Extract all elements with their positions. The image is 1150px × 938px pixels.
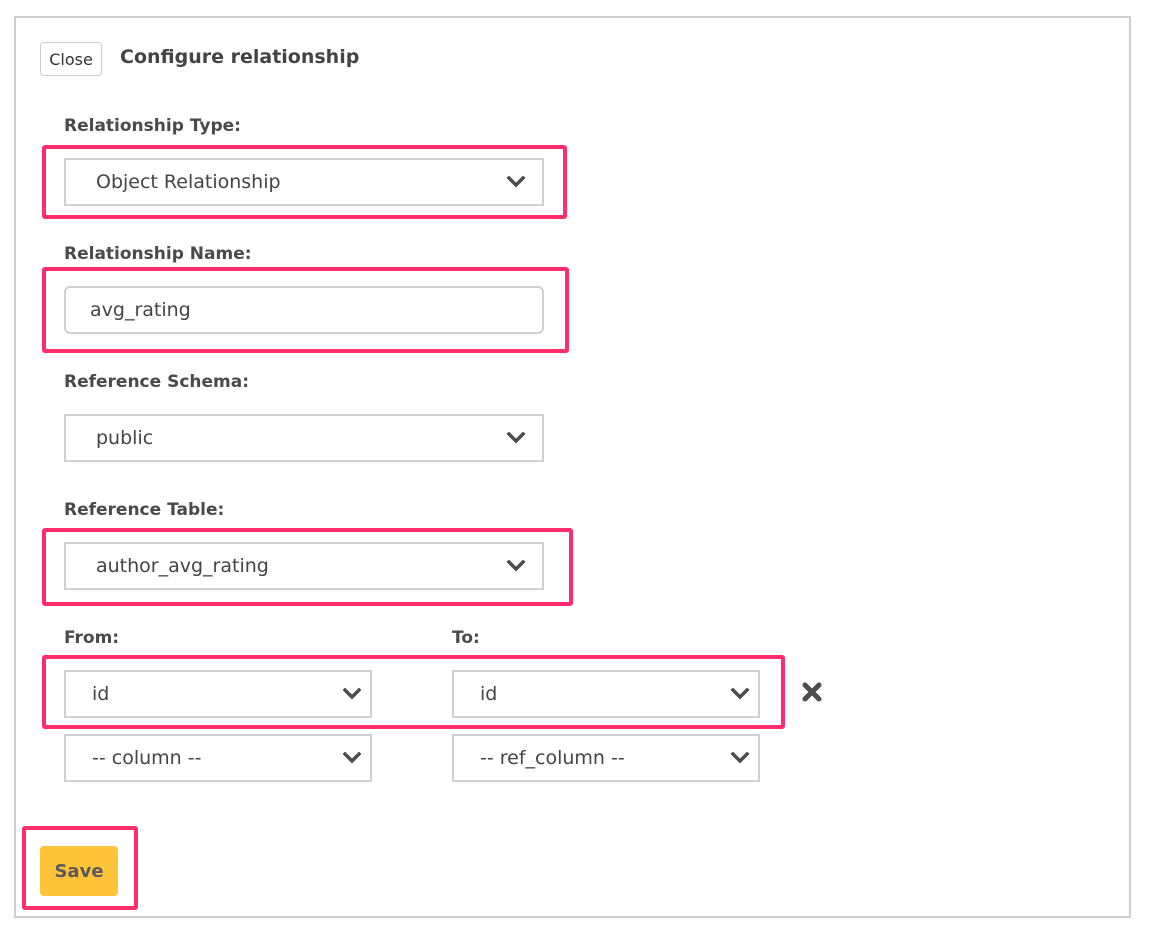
from-label: From:	[64, 628, 120, 648]
page-title: Configure relationship	[120, 46, 360, 68]
save-button[interactable]: Save	[40, 846, 118, 896]
close-button[interactable]: Close	[40, 42, 102, 76]
from-column-value: id	[92, 683, 110, 705]
reference-schema-value: public	[96, 427, 154, 449]
from-column-select-new[interactable]: -- column --	[64, 734, 372, 782]
chevron-down-icon	[506, 172, 526, 192]
to-column-select-new[interactable]: -- ref_column --	[452, 734, 760, 782]
from-column-select[interactable]: id	[64, 670, 372, 718]
relationship-type-label: Relationship Type:	[64, 116, 241, 136]
chevron-down-icon	[506, 428, 526, 448]
chevron-down-icon	[342, 748, 362, 768]
chevron-down-icon	[342, 684, 362, 704]
chevron-down-icon	[730, 748, 750, 768]
remove-mapping-button[interactable]	[800, 682, 824, 706]
reference-table-value: author_avg_rating	[96, 555, 269, 577]
relationship-name-input[interactable]: avg_rating	[64, 286, 544, 334]
to-column-placeholder: -- ref_column --	[480, 747, 625, 769]
from-column-placeholder: -- column --	[92, 747, 202, 769]
to-column-value: id	[480, 683, 498, 705]
reference-schema-label: Reference Schema:	[64, 372, 250, 392]
to-column-select[interactable]: id	[452, 670, 760, 718]
reference-table-select[interactable]: author_avg_rating	[64, 542, 544, 590]
chevron-down-icon	[730, 684, 750, 704]
close-x-icon	[801, 681, 823, 707]
configure-relationship-panel	[14, 16, 1131, 918]
relationship-name-value: avg_rating	[90, 299, 191, 321]
chevron-down-icon	[506, 556, 526, 576]
relationship-type-value: Object Relationship	[96, 171, 281, 193]
to-label: To:	[452, 628, 480, 648]
reference-table-label: Reference Table:	[64, 500, 225, 520]
reference-schema-select[interactable]: public	[64, 414, 544, 462]
relationship-name-label: Relationship Name:	[64, 244, 252, 264]
relationship-type-select[interactable]: Object Relationship	[64, 158, 544, 206]
